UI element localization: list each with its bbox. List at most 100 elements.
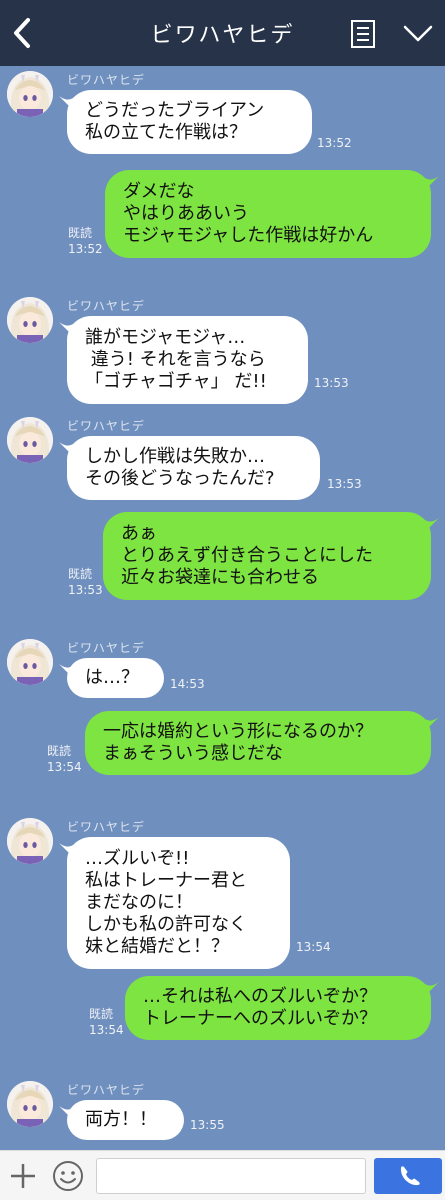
outgoing-message: あぁ とりあえず付き合うことにした 近々お袋達にも合わせる 既読 13:53 bbox=[0, 512, 445, 624]
message-text-line: …それは私へのズルいぞか？ bbox=[143, 986, 377, 1007]
message-text-line: しかし作戦は失敗か… bbox=[85, 446, 265, 467]
read-receipt: 既読 bbox=[68, 226, 93, 240]
avatar[interactable] bbox=[7, 297, 53, 343]
incoming-message: ビワハヤヒデは…？ 14:53 bbox=[0, 634, 445, 698]
message-time: 13:53 bbox=[327, 477, 362, 491]
message-time: 13:53 bbox=[68, 583, 103, 597]
outgoing-message: 一応は婚約という形になるのか？ まぁそういう感じだな 既読 13:54 bbox=[0, 711, 445, 799]
bubble-tail bbox=[425, 518, 439, 532]
message-text-line: 「ゴチャゴチャ」 だ!! bbox=[85, 371, 267, 392]
message-bubble[interactable]: どうだったブライアン 私の立てた作戦は？ bbox=[67, 90, 312, 154]
message-text-line: 違う! それを言うなら bbox=[85, 349, 266, 370]
message-text-line: 近々お袋達にも合わせる bbox=[121, 567, 319, 588]
message-text-line: トレーナーへのズルいぞか？ bbox=[143, 1008, 377, 1029]
message-time: 13:52 bbox=[68, 242, 103, 256]
phone-icon bbox=[400, 1166, 420, 1186]
avatar-image bbox=[7, 71, 53, 117]
bubble-tail bbox=[425, 176, 439, 190]
sender-name: ビワハヤヒデ bbox=[67, 299, 145, 313]
add-attachment-button[interactable] bbox=[9, 1162, 37, 1190]
message-text-line: どうだったブライアン bbox=[85, 100, 265, 121]
plus-icon bbox=[11, 1164, 35, 1188]
message-bubble[interactable]: 一応は婚約という形になるのか？ まぁそういう感じだな bbox=[85, 711, 431, 775]
message-bubble[interactable]: しかし作戦は失敗か… その後どうなったんだ? bbox=[67, 436, 320, 500]
message-bubble[interactable]: 両方！！ bbox=[67, 1100, 184, 1140]
message-text-line: しかも私の許可なく bbox=[85, 914, 247, 935]
input-bar bbox=[0, 1150, 445, 1200]
message-time: 13:53 bbox=[314, 376, 349, 390]
sender-name: ビワハヤヒデ bbox=[67, 73, 145, 87]
chevron-down-icon bbox=[403, 25, 433, 42]
message-time: 13:55 bbox=[190, 1118, 225, 1132]
sender-name: ビワハヤヒデ bbox=[67, 419, 145, 433]
chat-title: ビワハヤヒデ bbox=[150, 23, 295, 48]
message-bubble[interactable]: …ズルいぞ!! 私はトレーナー君と まだなのに！ しかも私の許可なく 妹と結婚だと！？ bbox=[67, 837, 290, 969]
message-text-line: 私はトレーナー君と bbox=[85, 870, 247, 891]
incoming-message: ビワハヤヒデ誰がモジャモジャ… 違う! それを言うなら 「ゴチャゴチャ」 だ!! 1… bbox=[0, 292, 445, 404]
bubble-tail bbox=[425, 717, 439, 731]
menu-button[interactable] bbox=[350, 19, 378, 49]
message-text-line: モジャモジャした作戦は好かん bbox=[123, 225, 374, 246]
bubble-tail bbox=[59, 1106, 73, 1120]
message-text-line: 私の立てた作戦は？ bbox=[85, 122, 247, 143]
bubble-tail bbox=[59, 664, 73, 678]
call-button[interactable] bbox=[374, 1158, 442, 1194]
bubble-tail bbox=[425, 982, 439, 996]
message-text-line: 誰がモジャモジャ… bbox=[85, 327, 246, 348]
message-list[interactable]: ビワハヤヒデ どうだったブライアン 私の立てた作戦は？ 13:52 ダメだな やはりああい… bbox=[0, 66, 445, 1150]
message-text-line: まだなのに！ bbox=[85, 892, 193, 913]
message-text-line: まぁそういう感じだな bbox=[103, 743, 283, 764]
message-time: 13:54 bbox=[89, 1023, 124, 1037]
avatar[interactable] bbox=[7, 639, 53, 685]
sender-name: ビワハヤヒデ bbox=[67, 641, 145, 655]
collapse-button[interactable] bbox=[402, 22, 434, 46]
incoming-message: ビワハヤヒデしかし作戦は失敗か… その後どうなったんだ? 13:53 bbox=[0, 412, 445, 500]
avatar[interactable] bbox=[7, 1081, 53, 1127]
avatar-image bbox=[7, 297, 53, 343]
message-text-line: ダメだな bbox=[123, 181, 195, 202]
message-text-line: その後どうなったんだ? bbox=[85, 468, 275, 489]
chat-header: ビワハヤヒデ bbox=[0, 0, 445, 66]
avatar-image bbox=[7, 417, 53, 463]
emoji-button[interactable] bbox=[52, 1160, 84, 1192]
message-text-line: …ズルいぞ!! bbox=[85, 848, 190, 869]
smiley-icon bbox=[53, 1161, 83, 1191]
message-text-line: とりあえず付き合うことにした bbox=[121, 545, 373, 566]
bubble-tail bbox=[59, 843, 73, 857]
sender-name: ビワハヤヒデ bbox=[67, 1083, 145, 1097]
avatar-image bbox=[7, 818, 53, 864]
message-text-line: 妹と結婚だと！？ bbox=[85, 936, 229, 957]
list-icon bbox=[351, 20, 375, 48]
message-time: 13:52 bbox=[317, 136, 352, 150]
message-text-line: は…？ bbox=[85, 667, 139, 688]
read-receipt: 既読 bbox=[47, 744, 72, 758]
message-bubble[interactable]: …それは私へのズルいぞか？ トレーナーへのズルいぞか？ bbox=[125, 976, 431, 1040]
avatar-image bbox=[7, 639, 53, 685]
message-bubble[interactable]: は…？ bbox=[67, 658, 164, 698]
message-bubble[interactable]: 誰がモジャモジャ… 違う! それを言うなら 「ゴチャゴチャ」 だ!! bbox=[67, 316, 308, 404]
avatar-image bbox=[7, 1081, 53, 1127]
avatar[interactable] bbox=[7, 818, 53, 864]
message-text-line: あぁ bbox=[121, 523, 157, 544]
avatar[interactable] bbox=[7, 71, 53, 117]
outgoing-message: ダメだな やはりああいう モジャモジャした作戦は好かん 既読 13:52 bbox=[0, 170, 445, 282]
bubble-tail bbox=[59, 96, 73, 110]
incoming-message: ビワハヤヒデ …ズルいぞ!! 私はトレーナー君と まだなのに！ しかも私の許可なく 妹と結… bbox=[0, 813, 445, 969]
read-receipt: 既読 bbox=[68, 567, 93, 581]
bubble-tail bbox=[59, 442, 73, 456]
sender-name: ビワハヤヒデ bbox=[67, 820, 145, 834]
message-bubble[interactable]: あぁ とりあえず付き合うことにした 近々お袋達にも合わせる bbox=[103, 512, 431, 600]
avatar[interactable] bbox=[7, 417, 53, 463]
outgoing-message: …それは私へのズルいぞか？ トレーナーへのズルいぞか？ 既読 13:54 bbox=[0, 976, 445, 1064]
message-time: 14:53 bbox=[170, 677, 205, 691]
incoming-message: ビワハヤヒデ両方！！ 13:55 bbox=[0, 1076, 445, 1140]
incoming-message: ビワハヤヒデどうだったブライアン 私の立てた作戦は？ 13:52 bbox=[0, 66, 445, 154]
message-time: 13:54 bbox=[47, 760, 82, 774]
message-text-line: 両方！！ bbox=[85, 1109, 157, 1130]
message-input[interactable] bbox=[96, 1158, 366, 1194]
message-bubble[interactable]: ダメだな やはりああいう モジャモジャした作戦は好かん bbox=[105, 170, 431, 258]
message-text-line: 一応は婚約という形になるのか？ bbox=[103, 721, 373, 742]
message-text-line: やはりああいう bbox=[123, 203, 249, 224]
read-receipt: 既読 bbox=[89, 1007, 114, 1021]
bubble-tail bbox=[59, 322, 73, 336]
